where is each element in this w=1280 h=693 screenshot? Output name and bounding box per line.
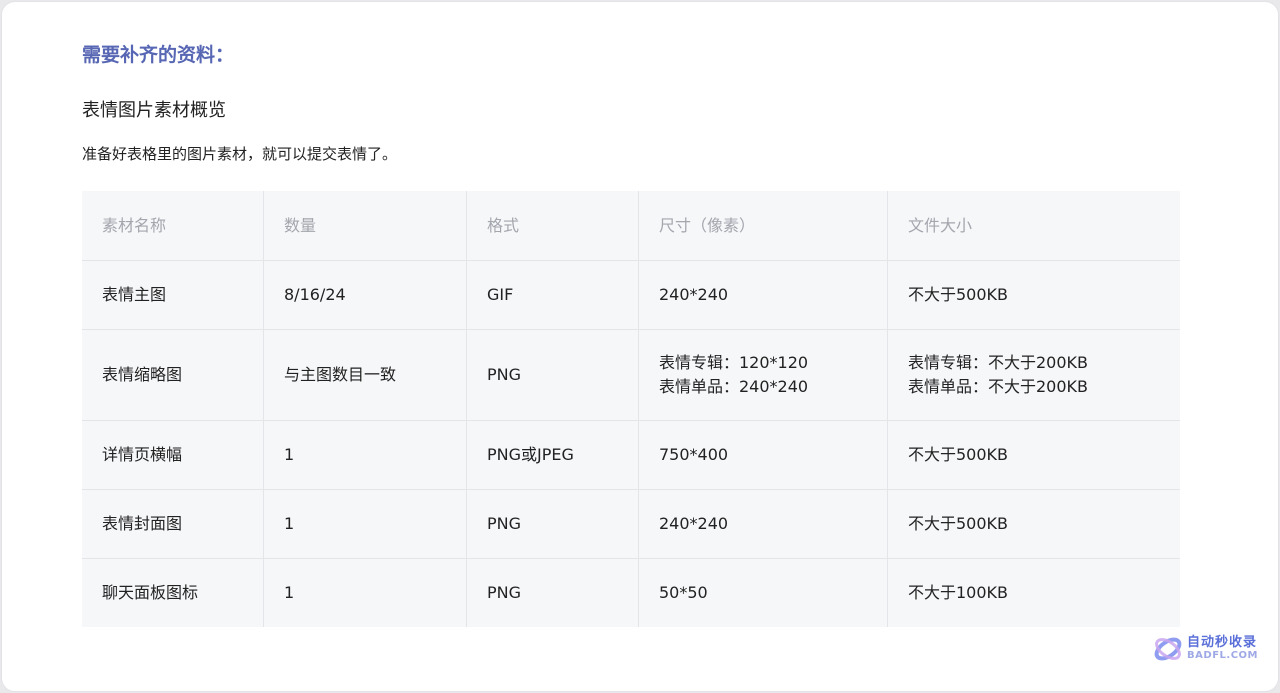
cell-quantity: 1	[263, 420, 467, 490]
swirl-logo-icon	[1154, 637, 1182, 661]
watermark-domain: BADFL.COM	[1187, 650, 1258, 661]
table-row: 表情封面图 1 PNG 240*240 不大于500KB	[82, 489, 1180, 559]
header-quantity: 数量	[263, 191, 467, 261]
dimension-line: 表情专辑：120*120	[659, 353, 809, 372]
cell-quantity: 1	[263, 558, 467, 627]
cell-dimensions: 表情专辑：120*120 表情单品：240*240	[638, 329, 888, 421]
cell-dimensions: 240*240	[638, 260, 888, 330]
header-dimensions: 尺寸（像素）	[638, 191, 888, 261]
cell-quantity: 与主图数目一致	[263, 329, 467, 421]
cell-format: PNG	[466, 558, 639, 627]
file-size-line: 表情专辑：不大于200KB	[908, 353, 1089, 372]
cell-asset-name: 表情封面图	[82, 489, 264, 559]
asset-table: 素材名称 数量 格式 尺寸（像素） 文件大小 表情主图 8/16/24 GIF …	[82, 191, 1180, 627]
cell-dimensions: 240*240	[638, 489, 888, 559]
cell-file-size: 不大于500KB	[887, 489, 1180, 559]
table-row: 表情主图 8/16/24 GIF 240*240 不大于500KB	[82, 260, 1180, 330]
header-file-size: 文件大小	[887, 191, 1180, 261]
cell-file-size: 不大于500KB	[887, 420, 1180, 490]
dimension-line: 表情单品：240*240	[659, 377, 809, 396]
table-row: 聊天面板图标 1 PNG 50*50 不大于100KB	[82, 558, 1180, 627]
cell-file-size: 不大于500KB	[887, 260, 1180, 330]
cell-asset-name: 详情页横幅	[82, 420, 264, 490]
cell-file-size: 不大于100KB	[908, 583, 1009, 602]
cell-quantity: 8/16/24	[263, 260, 467, 330]
description: 准备好表格里的图片素材，就可以提交表情了。	[82, 145, 398, 163]
cell-format: PNG	[466, 329, 639, 421]
table-row: 详情页横幅 1 PNG或JPEG 750*400 不大于500KB	[82, 420, 1180, 490]
watermark: 自动秒收录 BADFL.COM	[1153, 634, 1258, 664]
cell-quantity: 1	[263, 489, 467, 559]
table-header-row: 素材名称 数量 格式 尺寸（像素） 文件大小	[82, 191, 1180, 261]
section-title: 需要补齐的资料：	[82, 44, 235, 66]
cell-format: PNG	[466, 489, 639, 559]
header-asset-name: 素材名称	[82, 191, 264, 261]
subheading: 表情图片素材概览	[82, 100, 226, 121]
cell-asset-name: 聊天面板图标	[82, 558, 264, 627]
cell-dimensions: 750*400	[638, 420, 888, 490]
file-size-line: 表情单品：不大于200KB	[908, 377, 1089, 396]
cell-file-size: 表情专辑：不大于200KB 表情单品：不大于200KB	[887, 329, 1180, 421]
content-card: 需要补齐的资料： 表情图片素材概览 准备好表格里的图片素材，就可以提交表情了。 …	[1, 1, 1279, 692]
table-row: 表情缩略图 与主图数目一致 PNG 表情专辑：120*120 表情单品：240*…	[82, 329, 1180, 421]
watermark-text: 自动秒收录	[1187, 635, 1258, 650]
header-format: 格式	[466, 191, 639, 261]
cell-format: GIF	[466, 260, 639, 330]
cell-asset-name: 表情缩略图	[82, 329, 264, 421]
cell-asset-name: 表情主图	[82, 260, 264, 330]
cell-format: PNG或JPEG	[466, 420, 639, 490]
cell-dimensions: 50*50	[638, 558, 888, 627]
